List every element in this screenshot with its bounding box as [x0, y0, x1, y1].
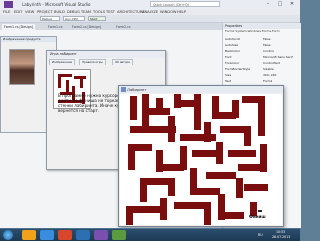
property-name: AutoScroll — [225, 37, 241, 41]
property-value: Control — [263, 49, 274, 53]
system-tray: RU 10:53 28.07.2013 — [258, 229, 300, 241]
form-photo-title: Изображение продукта — [1, 37, 56, 42]
mouse-cursor-icon — [258, 210, 262, 212]
start-button[interactable]: Start — [88, 16, 106, 21]
platform-select[interactable]: Any CPU — [63, 16, 85, 21]
properties-object[interactable]: Form1 System.Windows.Forms.Form — [223, 29, 301, 34]
minimize-button[interactable]: – — [262, 0, 274, 8]
menu-edit[interactable]: EDIT — [14, 10, 22, 14]
property-row[interactable]: ForeColor ControlText — [225, 61, 299, 66]
explorer-task-icon[interactable] — [22, 230, 36, 240]
maze-window-icon — [121, 87, 126, 92]
property-name: Text — [225, 79, 232, 83]
window-title: Labyrinth - Microsoft Visual Studio — [22, 2, 91, 7]
property-row[interactable]: Text Form1 — [225, 79, 299, 84]
menu-test[interactable]: TEST — [106, 10, 115, 14]
visual-studio-task-icon[interactable] — [94, 230, 108, 240]
toolbar: Debug Any CPU Start — [0, 15, 300, 23]
menu-window[interactable]: WINDOW — [160, 10, 176, 14]
tab-image[interactable]: Изображение — [49, 59, 76, 65]
property-value: 300; 240 — [263, 73, 277, 77]
maze-window-title: Лабиринт — [119, 86, 283, 93]
menu-project[interactable]: PROJECT — [37, 10, 53, 14]
game-window-title: Игра лабиринт — [47, 51, 165, 58]
browser-task-icon[interactable] — [40, 230, 54, 240]
quick-launch-input[interactable]: Quick Launch (Ctrl+Q) — [150, 1, 220, 7]
config-select[interactable]: Debug — [40, 16, 60, 21]
maze-window: Лабиринт Финиш — [118, 85, 284, 227]
menu-debug[interactable]: DEBUG — [67, 10, 80, 14]
start-button-icon[interactable] — [3, 230, 13, 240]
finish-label: Финиш — [249, 214, 266, 219]
author-photo — [9, 49, 35, 85]
property-row[interactable]: AutoSize False — [225, 43, 299, 48]
property-row[interactable]: Size 300; 240 — [225, 73, 299, 78]
maze-walls — [126, 94, 268, 225]
game-tabs: Изображение Правила игры Об авторе — [49, 59, 163, 65]
property-name: Font — [225, 55, 232, 59]
close-button[interactable]: ✕ — [286, 0, 298, 8]
visual-studio-logo-icon — [4, 1, 13, 8]
clock-time[interactable]: 10:53 — [276, 230, 285, 234]
property-row[interactable]: Font Microsoft Sans Serif — [225, 55, 299, 60]
menu-analyze[interactable]: ANALYZE — [142, 10, 158, 14]
menu-file[interactable]: FILE — [3, 10, 10, 14]
property-value: Form1 — [263, 79, 273, 83]
tab-author[interactable]: Об авторе — [112, 59, 134, 65]
clock-date[interactable]: 28.07.2013 — [272, 235, 290, 239]
property-row[interactable]: FormBorderStyle Sizable — [225, 67, 299, 72]
maze-area[interactable] — [120, 94, 282, 225]
menu-build[interactable]: BUILD — [54, 10, 65, 14]
word-task-icon[interactable] — [76, 230, 90, 240]
property-value: False — [263, 43, 271, 47]
menu-team[interactable]: TEAM — [81, 10, 91, 14]
app-task-icon[interactable] — [112, 230, 126, 240]
property-value: False — [263, 37, 271, 41]
tab-rules[interactable]: Правила игры — [79, 59, 106, 65]
document-tabs: Form1.cs [Design] Form1.cs Form2.cs [Des… — [0, 23, 222, 30]
property-name: BackColor — [225, 49, 241, 53]
property-row[interactable]: AutoScroll False — [225, 37, 299, 42]
media-task-icon[interactable] — [58, 230, 72, 240]
menu-architecture[interactable]: ARCHITECTURE — [117, 10, 145, 14]
property-name: ForeColor — [225, 61, 240, 65]
maximize-button[interactable]: □ — [274, 0, 286, 8]
property-name: AutoSize — [225, 43, 239, 47]
menu-view[interactable]: VIEW — [25, 10, 34, 14]
menu-help[interactable]: HELP — [177, 10, 186, 14]
property-row[interactable]: BackColor Control — [225, 49, 299, 54]
property-name: Size — [225, 73, 232, 77]
language-indicator[interactable]: RU — [258, 233, 263, 237]
property-value: ControlText — [263, 61, 280, 65]
property-value: Microsoft Sans Serif — [263, 55, 293, 59]
menu-tools[interactable]: TOOLS — [93, 10, 105, 14]
property-value: Sizable — [263, 67, 274, 71]
property-name: FormBorderStyle — [225, 67, 251, 71]
taskbar: RU 10:53 28.07.2013 — [0, 228, 300, 241]
